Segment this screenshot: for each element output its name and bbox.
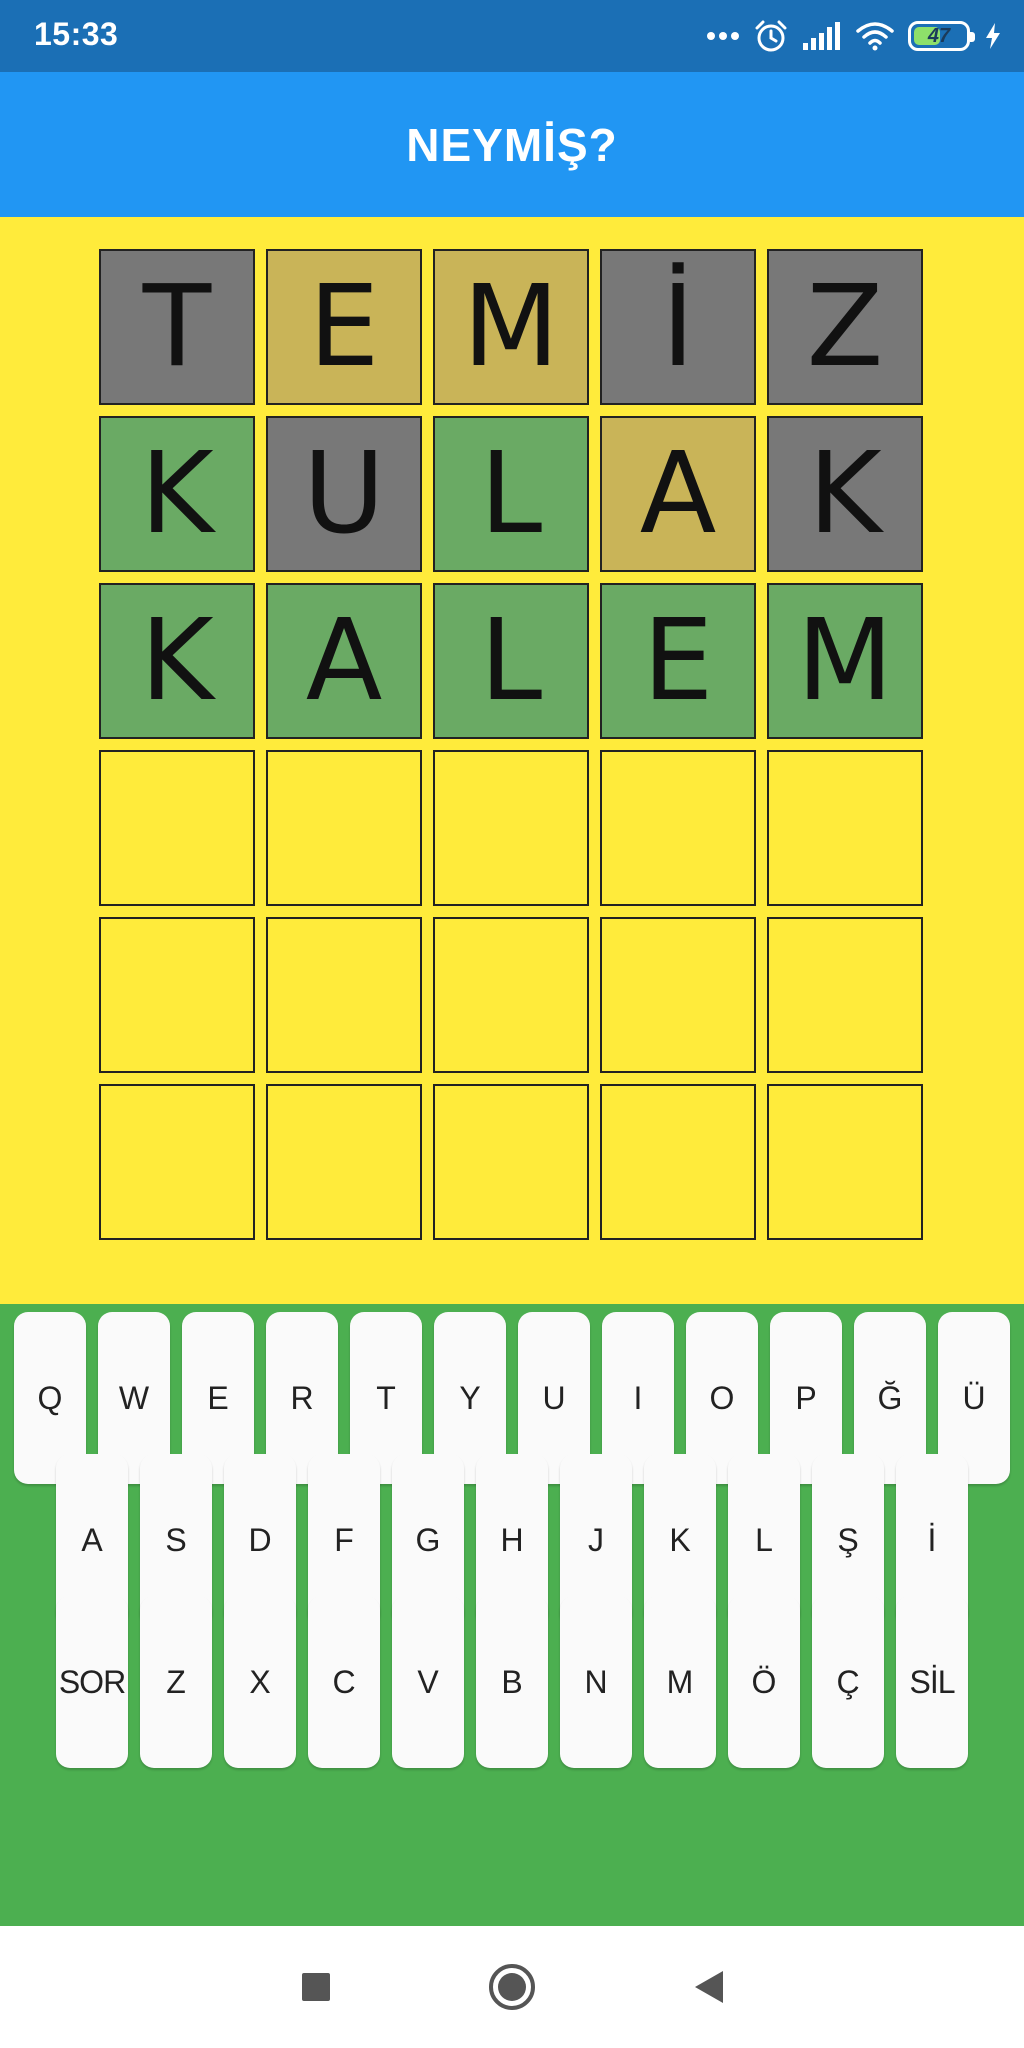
letter-tile-yellow: E xyxy=(266,249,422,405)
letter-grid: TEMİZKULAKKALEM xyxy=(99,249,925,1251)
system-nav-bar xyxy=(0,1926,1024,2048)
battery-icon: 47 xyxy=(908,21,975,51)
status-icons: 47 xyxy=(706,14,1002,58)
status-time: 15:33 xyxy=(34,16,119,52)
key-x[interactable]: X xyxy=(224,1596,296,1768)
letter-tile-empty xyxy=(600,1084,756,1240)
letter-tile-gray: T xyxy=(99,249,255,405)
back-triangle-icon[interactable] xyxy=(680,1959,736,2015)
letter-tile-green: M xyxy=(767,583,923,739)
more-dots-icon xyxy=(706,31,740,41)
grid-row xyxy=(99,1084,925,1240)
letter-tile-empty xyxy=(99,750,255,906)
letter-tile-empty xyxy=(99,1084,255,1240)
battery-percent: 47 xyxy=(927,24,951,47)
signal-icon xyxy=(802,21,842,51)
keyboard-row: SOR Z X C V B N M Ö Ç SİL xyxy=(0,1596,1024,1768)
letter-tile-empty xyxy=(433,1084,589,1240)
letter-tile-green: A xyxy=(266,583,422,739)
app-bar: NEYMİŞ? xyxy=(0,72,1024,217)
grid-row: TEMİZ xyxy=(99,249,925,405)
letter-tile-empty xyxy=(266,750,422,906)
letter-tile-empty xyxy=(266,1084,422,1240)
letter-tile-empty xyxy=(600,917,756,1073)
letter-tile-green: K xyxy=(99,416,255,572)
delete-key[interactable]: SİL xyxy=(896,1596,968,1768)
letter-tile-green: L xyxy=(433,416,589,572)
grid-row xyxy=(99,917,925,1073)
grid-row: KULAK xyxy=(99,416,925,572)
key-b[interactable]: B xyxy=(476,1596,548,1768)
letter-tile-empty xyxy=(433,750,589,906)
status-bar: 15:33 47 xyxy=(0,0,1024,72)
key-m[interactable]: M xyxy=(644,1596,716,1768)
home-circle-icon[interactable] xyxy=(484,1959,540,2015)
key-v[interactable]: V xyxy=(392,1596,464,1768)
letter-tile-empty xyxy=(767,1084,923,1240)
submit-key[interactable]: SOR xyxy=(56,1596,128,1768)
wifi-icon xyxy=(856,21,894,51)
letter-tile-gray: Z xyxy=(767,249,923,405)
letter-tile-empty xyxy=(600,750,756,906)
key-ö[interactable]: Ö xyxy=(728,1596,800,1768)
letter-tile-yellow: A xyxy=(600,416,756,572)
letter-tile-empty xyxy=(767,917,923,1073)
grid-row xyxy=(99,750,925,906)
recents-square-icon[interactable] xyxy=(288,1959,344,2015)
charging-bolt-icon xyxy=(984,22,1002,50)
alarm-icon xyxy=(754,19,788,53)
key-z[interactable]: Z xyxy=(140,1596,212,1768)
letter-tile-green: K xyxy=(99,583,255,739)
letter-tile-empty xyxy=(99,917,255,1073)
letter-tile-empty xyxy=(433,917,589,1073)
letter-tile-gray: U xyxy=(266,416,422,572)
grid-row: KALEM xyxy=(99,583,925,739)
letter-tile-empty xyxy=(266,917,422,1073)
key-n[interactable]: N xyxy=(560,1596,632,1768)
on-screen-keyboard: Q W E R T Y U I O P Ğ Ü A S D F G H J K L Ş İ SOR Z X C V B N M Ö Ç SİL xyxy=(0,1304,1024,1926)
game-board-area: TEMİZKULAKKALEM xyxy=(0,217,1024,1304)
key-ç[interactable]: Ç xyxy=(812,1596,884,1768)
letter-tile-yellow: M xyxy=(433,249,589,405)
key-c[interactable]: C xyxy=(308,1596,380,1768)
letter-tile-empty xyxy=(767,750,923,906)
letter-tile-gray: İ xyxy=(600,249,756,405)
letter-tile-green: L xyxy=(433,583,589,739)
app-title: NEYMİŞ? xyxy=(406,118,618,171)
letter-tile-gray: K xyxy=(767,416,923,572)
letter-tile-green: E xyxy=(600,583,756,739)
